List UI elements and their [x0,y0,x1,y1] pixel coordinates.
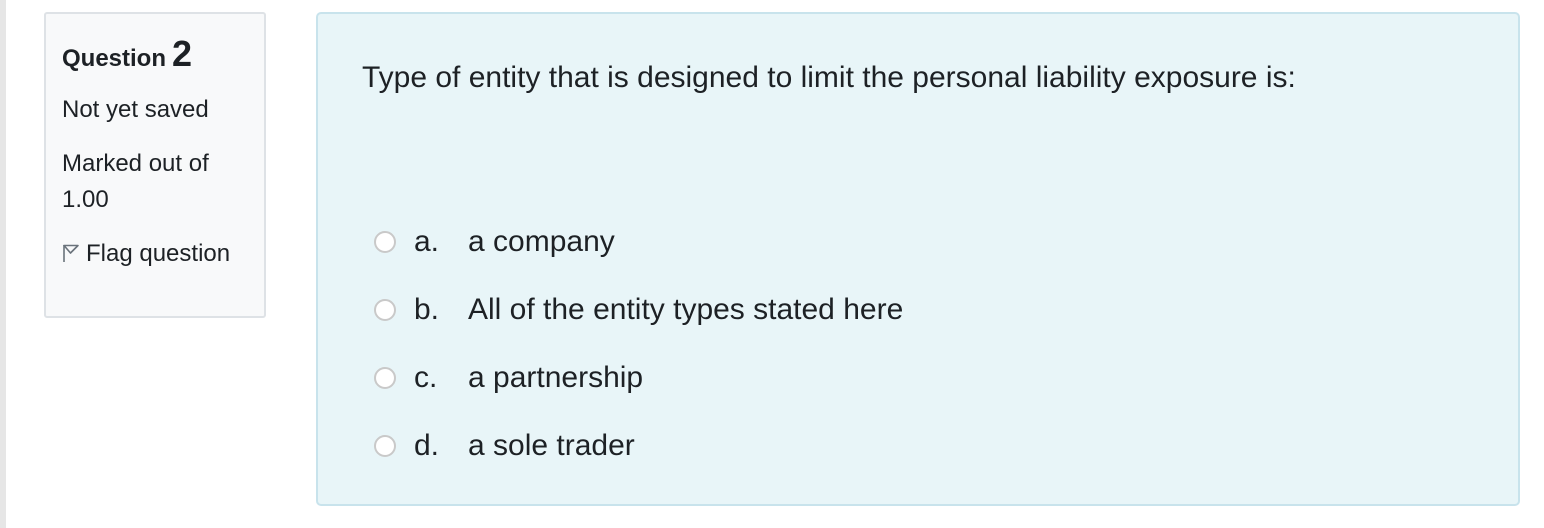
page-left-edge [0,0,6,528]
question-number: 2 [172,33,193,74]
flag-question-link[interactable]: Flag question [62,236,252,274]
question-grade: Marked out of 1.00 [62,150,209,213]
answer-radio-d[interactable] [374,435,396,457]
answer-text-d: a sole trader [468,429,635,462]
answer-radio-a[interactable] [374,231,396,253]
answer-letter-c: c. [414,361,438,394]
answer-text-a: a company [468,225,615,258]
answer-radio-c[interactable] [374,367,396,389]
answer-option-c[interactable]: c. a partnership [374,344,903,412]
answer-radio-b[interactable] [374,299,396,321]
answer-option-b[interactable]: b. All of the entity types stated here [374,276,903,344]
flag-icon [62,238,80,274]
question-info-panel: Question 2 Not yet saved Marked out of 1… [44,12,266,318]
answer-letter-d: d. [414,429,440,462]
answer-list: a. a company b. All of the entity types … [374,208,903,480]
answer-letter-b: b. [414,293,440,326]
question-text: Type of entity that is designed to limit… [362,61,1296,94]
question-label: Question [62,45,167,72]
question-content-panel: Type of entity that is designed to limit… [316,12,1520,506]
answer-option-a[interactable]: a. a company [374,208,903,276]
answer-option-d[interactable]: d. a sole trader [374,412,903,480]
answer-text-b: All of the entity types stated here [468,293,904,326]
answer-letter-a: a. [414,225,440,258]
answer-text-c: a partnership [468,361,644,394]
flag-question-label: Flag question [86,240,231,267]
question-heading: Question 2 [62,36,248,72]
question-state: Not yet saved [62,96,209,123]
